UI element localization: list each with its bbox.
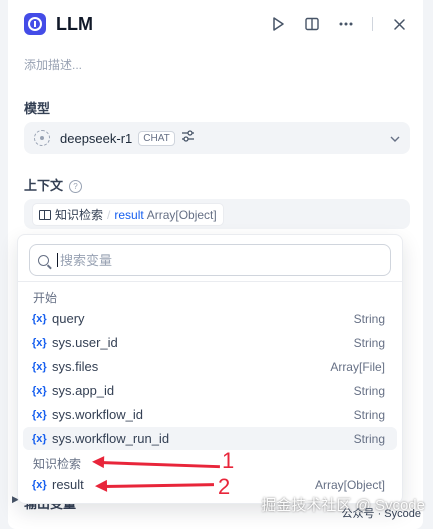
play-icon[interactable]: [270, 16, 286, 32]
context-selector[interactable]: 知识检索 / result Array[Object]: [24, 199, 410, 229]
variable-name: result: [52, 477, 84, 492]
variable-type: String: [353, 431, 385, 446]
variable-icon: {x}: [32, 384, 47, 397]
variable-item-sys-files[interactable]: {x} sys.files Array[File]: [23, 355, 397, 378]
context-label: 上下文: [24, 178, 64, 193]
context-label-row: 上下文?: [24, 175, 83, 194]
context-node-name: 知识检索: [55, 208, 104, 222]
dropdown-divider: [18, 281, 402, 282]
close-icon[interactable]: [391, 16, 407, 32]
chevron-down-icon: [390, 129, 400, 147]
variable-icon: {x}: [32, 360, 47, 373]
context-variable-chip[interactable]: 知识检索 / result Array[Object]: [32, 203, 224, 226]
settings-sliders-icon[interactable]: [181, 129, 195, 147]
more-icon[interactable]: [338, 16, 354, 32]
group-title-start: 开始: [33, 291, 58, 305]
variable-icon: {x}: [32, 312, 47, 325]
panel-title: LLM: [56, 13, 93, 34]
variable-type: String: [353, 311, 385, 326]
context-variable-name: result: [114, 207, 144, 222]
variable-icon: {x}: [32, 408, 47, 421]
variable-item-sys-user-id[interactable]: {x} sys.user_id String: [23, 331, 397, 354]
variable-type: String: [353, 335, 385, 350]
variable-icon: {x}: [32, 478, 47, 491]
variable-type: String: [353, 407, 385, 422]
model-provider-icon: [34, 130, 50, 146]
search-icon: [38, 254, 49, 266]
variable-item-sys-workflow-id[interactable]: {x} sys.workflow_id String: [23, 403, 397, 426]
model-name: deepseek-r1: [60, 130, 133, 146]
panel-header: LLM: [24, 10, 407, 38]
panel-icon[interactable]: [304, 16, 320, 32]
book-icon: [39, 209, 51, 220]
info-icon: [24, 13, 46, 35]
variable-name: sys.workflow_id: [52, 407, 144, 422]
variable-item-query[interactable]: {x} query String: [23, 307, 397, 330]
variable-type: Array[File]: [330, 359, 385, 374]
search-field[interactable]: [29, 244, 391, 276]
context-variable-type: Array[Object]: [146, 207, 217, 222]
variable-type: String: [353, 383, 385, 398]
variable-name: query: [52, 311, 85, 326]
context-separator: /: [107, 207, 111, 222]
variable-type: Array[Object]: [314, 477, 385, 492]
model-label: 模型: [24, 101, 51, 116]
description-placeholder[interactable]: 添加描述...: [24, 56, 82, 73]
variable-icon: {x}: [32, 336, 47, 349]
variable-icon: {x}: [32, 432, 47, 445]
variable-name: sys.user_id: [52, 335, 118, 350]
watermark-subtext: 公众号 · Sycode: [341, 508, 421, 520]
variable-picker-dropdown: 开始 {x} query String {x} sys.user_id Stri…: [17, 234, 403, 504]
help-icon[interactable]: ?: [69, 180, 83, 194]
variable-name: sys.app_id: [52, 383, 115, 398]
annotation-number-2: 2: [218, 474, 231, 499]
header-actions: [270, 16, 407, 32]
annotation-number-1: 1: [222, 448, 235, 473]
header-divider: [372, 17, 373, 31]
variable-item-sys-workflow-run-id[interactable]: {x} sys.workflow_run_id String: [23, 427, 397, 450]
variable-name: sys.workflow_run_id: [52, 431, 170, 446]
variable-name: sys.files: [52, 359, 99, 374]
model-selector[interactable]: deepseek-r1 CHAT: [24, 122, 410, 154]
search-input[interactable]: [58, 252, 360, 268]
variable-item-sys-app-id[interactable]: {x} sys.app_id String: [23, 379, 397, 402]
group-title-knowledge-retrieval: 知识检索: [33, 457, 82, 471]
model-mode-badge: CHAT: [138, 130, 175, 146]
